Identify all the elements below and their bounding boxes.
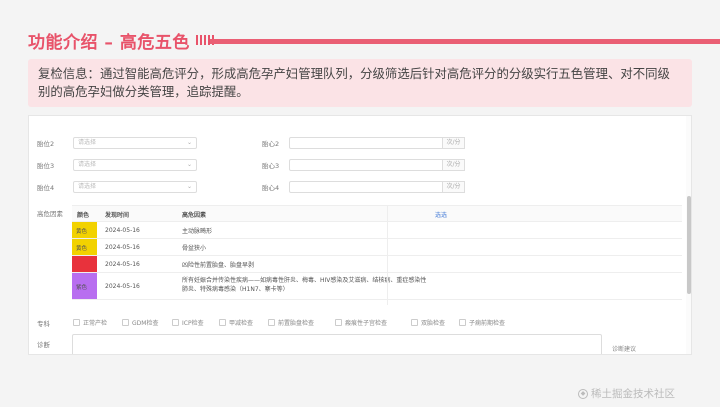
fetal-position-select[interactable]: 请选择 ⌄ [73,159,197,171]
color-swatch: 黄色 [72,222,97,238]
fetal-position-select[interactable]: 请选择 ⌄ [73,181,197,193]
col-date: 发现时间 [105,212,130,219]
unit-label: 次/分 [443,181,465,193]
table-row: 黄色 2024-05-16 主动脉畸形 [72,222,682,239]
fetal-position-label: 胎位3 [37,162,55,170]
fetal-heart-label: 胎心2 [262,140,280,148]
check-gdm[interactable]: GDM检查 [122,318,158,327]
table-row: 黄色 2024-05-16 骨盆狭小 [72,239,682,256]
row-date: 2024-05-16 [105,244,140,251]
specialty-label: 专科 [37,320,50,328]
color-name: 黄色 [76,229,88,235]
fetal-heart-label: 胎心4 [262,184,280,192]
check-scar-uterus[interactable]: 瘢痕性子宫检查 [335,318,387,327]
notice-text: 复检信息：通过智能高危评分，形成高危孕产妇管理队列，分级筛选后针对高危评分的分级… [38,66,670,99]
watermark: ◆ 稀土掘金技术社区 [578,386,675,401]
slide: 功能介绍 – 高危五色 复检信息：通过智能高危评分，形成高危孕产妇管理队列，分级… [0,0,720,407]
header-divider [210,39,720,44]
watermark-text: 稀土掘金技术社区 [591,388,675,400]
risk-factors-label: 高危因素 [37,210,63,218]
scrollbar-thumb[interactable] [687,196,691,294]
color-swatch: 紫色 [72,273,97,299]
juejin-logo-icon: ◆ [578,388,588,399]
header: 功能介绍 – 高危五色 [28,28,214,53]
notice-box: 复检信息：通过智能高危评分，形成高危孕产妇管理队列，分级筛选后针对高危评分的分级… [28,59,692,107]
row-factor: 主动脉畸形 [182,228,213,235]
color-name: 黄色 [76,246,88,252]
fetal-position-select[interactable]: 请选择 ⌄ [73,137,197,149]
col-color: 颜色 [77,212,90,219]
row-factor: 凶险性前置胎盘、胎盘早剥 [182,262,255,269]
row-date: 2024-05-16 [105,261,140,268]
risk-table: 颜色 发现时间 高危因素 选选 黄色 2024-05-16 主动脉畸形 黄色 2… [72,205,682,300]
col-factor: 高危因素 [182,212,207,219]
color-swatch: 黄色 [72,239,97,255]
fetal-heart-input[interactable] [289,159,443,171]
fetal-row: 胎位4 请选择 ⌄ 胎心4 次/分 [29,180,689,194]
fetal-heart-input[interactable] [289,137,443,149]
check-normal[interactable]: 正常产检 [73,318,107,327]
color-swatch [72,256,97,272]
table-divider [387,205,388,305]
row-factor: 所有妊娠合并传染性疾病——如病毒性肝炎、梅毒、HIV感染及艾滋病、结核病、重症感… [182,277,427,293]
row-date: 2024-05-16 [105,227,140,234]
chevron-down-icon: ⌄ [186,161,192,168]
row-factor: 骨盆狭小 [182,245,207,252]
fetal-row: 胎位3 请选择 ⌄ 胎心3 次/分 [29,158,689,172]
table-header: 颜色 发现时间 高危因素 选选 [72,206,682,222]
table-row: 2024-05-16 凶险性前置胎盘、胎盘早剥 [72,256,682,273]
fetal-position-label: 胎位2 [37,140,55,148]
fetal-row: 胎位2 请选择 ⌄ 胎心2 次/分 [29,136,689,150]
chevron-down-icon: ⌄ [186,183,192,190]
fetal-heart-label: 胎心3 [262,162,280,170]
diagnosis-input[interactable] [72,334,602,354]
check-preeclampsia[interactable]: 子痫前期检查 [459,318,505,327]
diagnosis-note: 诊断建议 [612,346,637,353]
color-name: 紫色 [76,285,88,291]
select-placeholder: 请选择 [78,161,97,168]
diagnosis-label: 诊断 [37,341,50,349]
chevron-down-icon: ⌄ [186,139,192,146]
check-placenta[interactable]: 前置胎盘检查 [268,318,314,327]
specialty-checks: 专科 正常产检 GDM检查 ICP检查 甲减检查 前置胎盘检查 瘢痕性子宫检查 … [37,318,687,328]
table-row: 紫色 2024-05-16 所有妊娠合并传染性疾病——如病毒性肝炎、梅毒、HIV… [72,273,682,300]
select-placeholder: 请选择 [78,139,97,146]
row-date: 2024-05-16 [105,283,140,290]
fetal-position-label: 胎位4 [37,184,55,192]
select-placeholder: 请选择 [78,183,97,190]
check-icp[interactable]: ICP检查 [172,318,204,327]
fetal-heart-input[interactable] [289,181,443,193]
check-twins[interactable]: 双胎检查 [411,318,445,327]
unit-label: 次/分 [443,159,465,171]
check-hypothyroid[interactable]: 甲减检查 [219,318,253,327]
form-panel: 胎位2 请选择 ⌄ 胎心2 次/分 胎位3 请选择 ⌄ 胎心3 次/分 胎位4 … [28,115,692,355]
unit-label: 次/分 [443,137,465,149]
page-title: 功能介绍 – 高危五色 [28,32,190,53]
select-link[interactable]: 选选 [435,210,447,219]
